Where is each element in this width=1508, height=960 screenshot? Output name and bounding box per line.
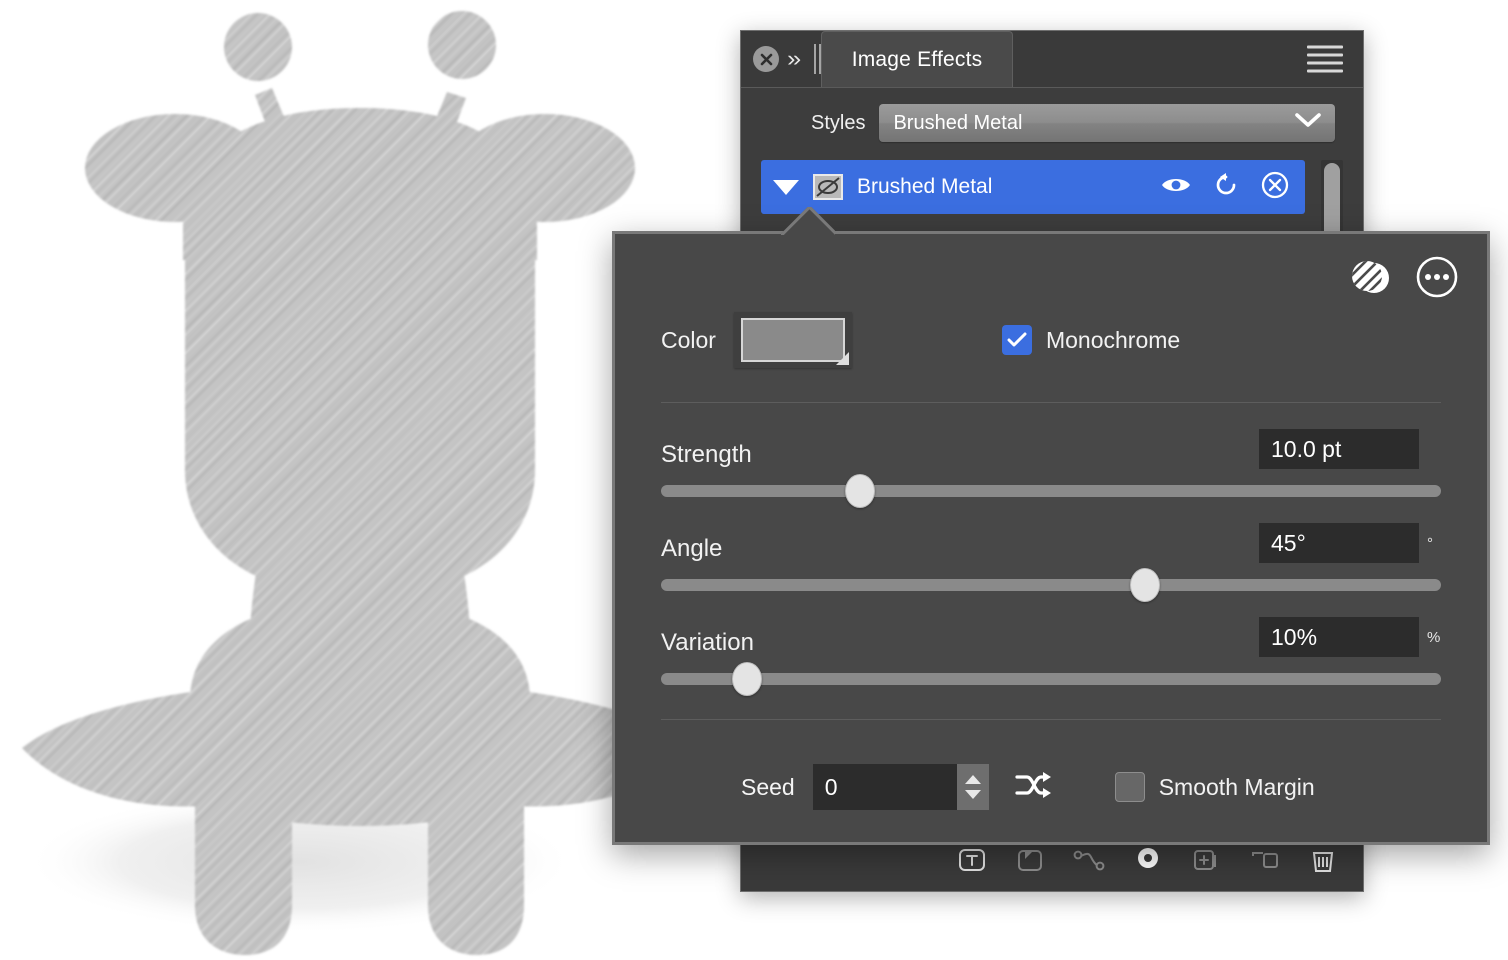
panel-grip-handle[interactable]: [814, 44, 816, 74]
angle-slider-track[interactable]: [661, 579, 1441, 591]
strength-label: Strength: [661, 441, 752, 469]
seed-stepper[interactable]: [957, 764, 989, 810]
shuffle-icon[interactable]: [1013, 769, 1053, 806]
ossicone-right: [428, 11, 496, 79]
effects-icon[interactable]: [1133, 845, 1163, 880]
seed-row: Seed 0 Smooth Margin: [661, 764, 1441, 810]
pattern-swatch-icon[interactable]: [1347, 254, 1393, 305]
variation-label: Variation: [661, 629, 754, 657]
close-circle-outline-icon[interactable]: [1261, 171, 1289, 204]
stepper-down-icon[interactable]: [965, 790, 981, 799]
ossicone-left: [224, 13, 292, 81]
seed-value[interactable]: 0: [813, 764, 957, 810]
strength-slider-knob[interactable]: [845, 474, 875, 508]
styles-row: Styles Brushed Metal: [741, 88, 1363, 142]
hamburger-menu-icon[interactable]: [1307, 46, 1343, 73]
tab-image-effects[interactable]: Image Effects: [821, 31, 1013, 87]
variation-value-input[interactable]: 10%: [1259, 617, 1419, 657]
smooth-margin-label: Smooth Margin: [1159, 774, 1315, 801]
variation-slider-block: Variation 10% %: [661, 617, 1441, 685]
variation-unit: %: [1427, 629, 1441, 646]
add-text-icon[interactable]: [957, 845, 987, 880]
seed-label: Seed: [741, 774, 795, 801]
monochrome-checkbox-row[interactable]: Monochrome: [1002, 325, 1180, 355]
variation-slider-track[interactable]: [661, 673, 1441, 685]
monochrome-checkbox[interactable]: [1002, 325, 1032, 355]
stepper-up-icon[interactable]: [965, 775, 981, 784]
divider: [661, 402, 1441, 403]
tab-label: Image Effects: [852, 48, 983, 72]
variation-slider-knob[interactable]: [732, 662, 762, 696]
popover-pointer: [781, 207, 835, 235]
panel-titlebar: » Image Effects: [741, 31, 1363, 88]
popover-body: Color Monochrome Strength 10.0 pt: [615, 234, 1487, 810]
seed-input-field[interactable]: 0: [813, 764, 989, 810]
smooth-margin-checkbox-row[interactable]: Smooth Margin: [1115, 772, 1315, 802]
more-options-icon[interactable]: [1415, 255, 1459, 304]
eye-icon[interactable]: [1161, 175, 1191, 200]
divider-bottom: [661, 719, 1441, 720]
titlebar-left-controls: »: [741, 31, 816, 87]
duplicate-icon[interactable]: [1249, 847, 1281, 878]
popover-top-icons: [1347, 254, 1459, 305]
color-label: Color: [661, 327, 716, 354]
effect-thumbnail-icon: [813, 174, 843, 200]
monochrome-label: Monochrome: [1046, 327, 1180, 354]
color-well-icon[interactable]: [734, 312, 852, 368]
path-node-icon[interactable]: [1073, 847, 1105, 878]
double-chevron-right-icon[interactable]: »: [787, 48, 801, 70]
chevron-down-icon: [1293, 111, 1323, 135]
angle-unit: °: [1427, 535, 1441, 552]
add-shape-icon[interactable]: [1015, 845, 1045, 880]
color-row: Color Monochrome: [661, 312, 1441, 368]
layer-name: Brushed Metal: [857, 175, 1147, 199]
checkmark-icon: [1007, 332, 1027, 348]
strength-value-input[interactable]: 10.0 pt: [1259, 429, 1419, 469]
layer-row-brushed-metal[interactable]: Brushed Metal: [761, 160, 1305, 214]
flare-left: [22, 690, 205, 807]
angle-label: Angle: [661, 535, 722, 563]
strength-slider-track[interactable]: [661, 485, 1441, 497]
styles-selected-value: Brushed Metal: [893, 112, 1022, 135]
add-layer-icon[interactable]: [1191, 845, 1221, 880]
effects-layer-list: Brushed Metal: [761, 160, 1343, 214]
angle-value-input[interactable]: 45°: [1259, 523, 1419, 563]
triangle-down-icon[interactable]: [773, 180, 799, 195]
angle-slider-knob[interactable]: [1130, 568, 1160, 602]
layer-action-icons: [1161, 171, 1289, 204]
close-circle-icon[interactable]: [753, 46, 779, 72]
trash-icon[interactable]: [1309, 845, 1337, 880]
styles-dropdown[interactable]: Brushed Metal: [879, 104, 1335, 142]
styles-label: Styles: [811, 112, 865, 135]
angle-slider-block: Angle 45° °: [661, 523, 1441, 591]
color-swatch[interactable]: [741, 318, 845, 362]
smooth-margin-checkbox[interactable]: [1115, 772, 1145, 802]
color-well-corner: [836, 352, 849, 365]
reset-arrow-icon[interactable]: [1213, 172, 1239, 203]
strength-slider-block: Strength 10.0 pt: [661, 429, 1441, 497]
brushed-metal-options-popover: Color Monochrome Strength 10.0 pt: [612, 231, 1490, 845]
